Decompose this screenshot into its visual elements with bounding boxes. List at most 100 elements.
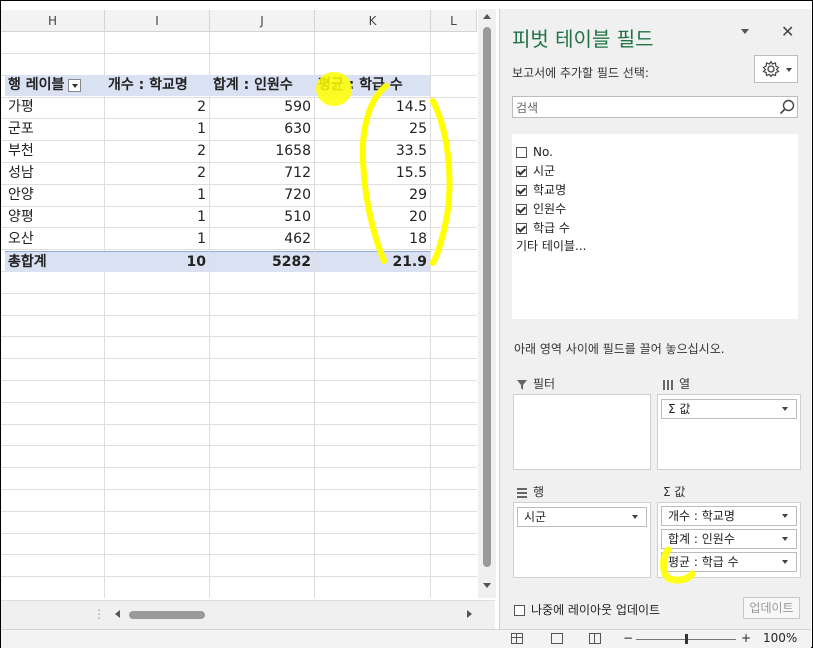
pivot-total-avg[interactable]: 21.9: [315, 251, 430, 272]
rows-drop-area[interactable]: 시군: [513, 502, 651, 578]
grid-line: [1, 576, 477, 577]
update-button[interactable]: 업데이트: [743, 597, 800, 619]
pivot-row-label[interactable]: 부천: [5, 141, 105, 162]
pivot-cell-avg[interactable]: 29: [315, 185, 430, 206]
pivot-cell-count[interactable]: 2: [105, 97, 209, 118]
pivot-cell-avg[interactable]: 18: [315, 229, 430, 250]
pivot-cell-avg[interactable]: 25: [315, 119, 430, 140]
pivot-cell-sum[interactable]: 712: [210, 163, 314, 184]
column-header-k[interactable]: K: [315, 10, 431, 32]
pivot-cell-count[interactable]: 1: [105, 207, 209, 228]
field-label: 인원수: [533, 202, 567, 216]
pivot-header-avg-classes[interactable]: 평균 : 학급 수: [315, 75, 430, 96]
scroll-down-icon[interactable]: [483, 583, 491, 588]
pivot-header-count-school[interactable]: 개수 : 학교명: [105, 75, 210, 96]
horizontal-scrollbar[interactable]: ⋮: [1, 600, 495, 629]
pivot-cell-sum[interactable]: 590: [210, 97, 314, 118]
pivot-cell-count[interactable]: 1: [105, 229, 209, 250]
pivot-cell-count[interactable]: 2: [105, 141, 209, 162]
horizontal-scroll-thumb[interactable]: [129, 611, 205, 619]
grid-line: [1, 53, 477, 54]
field-search-input[interactable]: 검색: [512, 96, 798, 118]
zoom-slider-thumb[interactable]: [685, 634, 688, 644]
rows-sigun-chip[interactable]: 시군: [517, 507, 647, 527]
search-placeholder: 검색: [516, 101, 539, 115]
values-chip-avg-classes[interactable]: 평균 : 학급 수: [661, 552, 797, 572]
columns-icon: [663, 379, 673, 390]
pivot-cell-avg[interactable]: 33.5: [315, 141, 430, 162]
more-tables-link[interactable]: 기타 테이블...: [516, 237, 586, 255]
pivot-row-label[interactable]: 성남: [5, 163, 105, 184]
pivot-header-sum-students[interactable]: 합계 : 인원수: [210, 75, 315, 96]
values-chip-count-school[interactable]: 개수 : 학교명: [661, 506, 797, 526]
scroll-right-icon[interactable]: [467, 610, 472, 618]
scroll-up-icon[interactable]: [483, 14, 491, 19]
pivot-cell-sum[interactable]: 720: [210, 185, 314, 206]
pivot-cell-count[interactable]: 1: [105, 119, 209, 140]
zoom-in-icon[interactable]: +: [741, 631, 751, 645]
pivot-cell-sum[interactable]: 630: [210, 119, 314, 140]
tools-button[interactable]: [754, 55, 798, 83]
filters-area-label: 필터: [517, 375, 555, 392]
field-item[interactable]: 시군: [516, 162, 555, 180]
column-header-i[interactable]: I: [105, 10, 210, 32]
field-item[interactable]: No.: [516, 143, 553, 161]
normal-view-icon[interactable]: [511, 633, 523, 644]
page-layout-view-icon[interactable]: [551, 633, 563, 644]
columns-drop-area[interactable]: Σ 값: [657, 394, 801, 470]
zoom-level[interactable]: 100%: [763, 631, 797, 645]
filter-dropdown-button[interactable]: [68, 78, 82, 92]
grid-line: [1, 315, 477, 316]
field-checkbox[interactable]: [516, 147, 527, 158]
pivot-cell-avg[interactable]: 20: [315, 207, 430, 228]
pivot-cell-sum[interactable]: 462: [210, 229, 314, 250]
field-checkbox[interactable]: [516, 185, 527, 196]
zoom-out-icon[interactable]: −: [623, 631, 633, 645]
values-chip-sum-students[interactable]: 합계 : 인원수: [661, 529, 797, 549]
pivot-cell-sum[interactable]: 510: [210, 207, 314, 228]
checkbox[interactable]: [514, 605, 525, 616]
pivot-row-label[interactable]: 군포: [5, 119, 105, 140]
field-checkbox[interactable]: [516, 166, 527, 177]
field-item[interactable]: 학급 수: [516, 219, 570, 237]
pivot-total-label[interactable]: 총합계: [5, 251, 105, 272]
spreadsheet-grid[interactable]: H I J K L 행 레이블 개수 : 학교명 합계 : 인원수 평균 : 학…: [1, 1, 477, 598]
vertical-scrollbar[interactable]: [478, 9, 496, 598]
pivot-total-sum[interactable]: 5282: [210, 251, 314, 272]
pivot-cell-count[interactable]: 1: [105, 185, 209, 206]
page-break-preview-icon[interactable]: [589, 633, 601, 644]
defer-layout-update-checkbox[interactable]: 나중에 레이아웃 업데이트: [514, 601, 660, 618]
grid-line: [1, 511, 477, 512]
column-header-h[interactable]: H: [1, 10, 105, 32]
pivot-cell-avg[interactable]: 15.5: [315, 163, 430, 184]
field-item[interactable]: 학교명: [516, 181, 566, 199]
filters-drop-area[interactable]: [513, 394, 651, 470]
sheet-split-handle-icon[interactable]: ⋮: [93, 607, 105, 621]
field-item[interactable]: 인원수: [516, 200, 566, 218]
scroll-left-icon[interactable]: [115, 610, 120, 618]
column-header-j[interactable]: J: [210, 10, 315, 32]
pane-options-chevron-icon[interactable]: [741, 29, 749, 34]
pivot-row-label[interactable]: 양평: [5, 207, 105, 228]
pivot-row-labels-header[interactable]: 행 레이블: [5, 75, 105, 96]
field-checkbox[interactable]: [516, 223, 527, 234]
grid-line: [1, 533, 477, 534]
pivot-row-label[interactable]: 안양: [5, 185, 105, 206]
column-header-l[interactable]: L: [431, 10, 477, 32]
field-list: No. 시군 학교명인원수학급 수 기타 테이블...: [512, 134, 798, 319]
pivot-cell-avg[interactable]: 14.5: [315, 97, 430, 118]
pivot-cell-count[interactable]: 2: [105, 163, 209, 184]
pivot-row-label[interactable]: 오산: [5, 229, 105, 250]
pivot-total-count[interactable]: 10: [105, 251, 209, 272]
close-icon[interactable]: ✕: [781, 22, 794, 41]
pivot-cell-sum[interactable]: 1658: [210, 141, 314, 162]
pivot-row-label[interactable]: 가평: [5, 97, 105, 118]
field-checkbox[interactable]: [516, 204, 527, 215]
values-drop-area[interactable]: 개수 : 학교명 합계 : 인원수 평균 : 학급 수: [657, 502, 801, 578]
grid-line: [1, 336, 477, 337]
grid-line: [1, 445, 477, 446]
pane-title: 피벗 테이블 필드: [512, 27, 654, 51]
vertical-scroll-thumb[interactable]: [483, 27, 491, 567]
columns-area-label: 열: [663, 375, 690, 392]
columns-values-chip[interactable]: Σ 값: [661, 399, 797, 419]
